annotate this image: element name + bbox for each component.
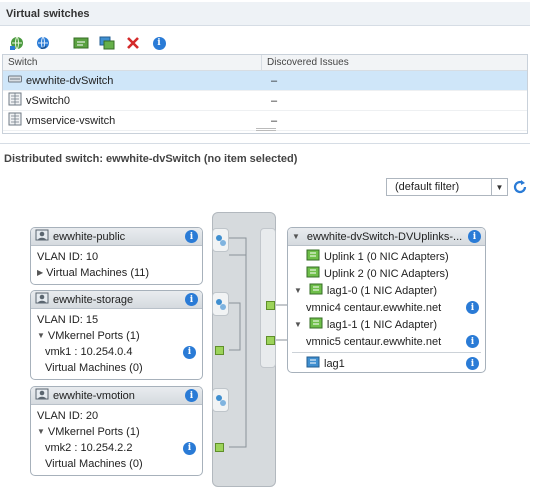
expand-arrow-icon[interactable]: ▶ [37, 265, 43, 281]
vmkernel-ports-label: VMkernel Ports (1) [47, 330, 140, 342]
vmkernel-ports-label: VMkernel Ports (1) [47, 426, 140, 438]
lag-label: lag1 [324, 357, 345, 370]
info-icon[interactable]: i [183, 345, 196, 359]
lag1-0-port[interactable] [266, 301, 275, 310]
uplink-label: Uplink 2 (0 NIC Adapters) [324, 267, 449, 280]
uplink-label: Uplink 1 (0 NIC Adapters) [324, 250, 449, 263]
uplink-item[interactable]: Uplink 2 (0 NIC Adapters) [288, 265, 485, 282]
uplink-icon [309, 317, 323, 332]
info-icon[interactable]: i [466, 357, 479, 370]
portgroup-card[interactable]: ewwhite-storage i VLAN ID: 15 ▼ VMkernel… [30, 290, 203, 380]
lag-item[interactable]: lag1 i [288, 355, 485, 372]
portgroup-name: ewwhite-public [53, 230, 126, 243]
vmk-item[interactable]: vmk2 : 10.254.2.2 [45, 440, 132, 456]
lag-member-item[interactable]: ▼ lag1-1 (1 NIC Adapter) [288, 316, 485, 333]
vlan-id: VLAN ID: 10 [37, 251, 99, 263]
portgroup-gear-icon[interactable] [212, 228, 229, 252]
nic-label[interactable]: vmnic5 centaur.ewwhite.net [306, 336, 441, 348]
expand-arrow-icon[interactable]: ▼ [294, 320, 302, 329]
info-icon[interactable]: i [183, 441, 196, 455]
virtual-machines-label: Virtual Machines (11) [46, 267, 150, 279]
uplink-icon [309, 283, 323, 298]
portgroup-card[interactable]: ewwhite-vmotion i VLAN ID: 20 ▼ VMkernel… [30, 386, 203, 476]
portgroup-gear-icon[interactable] [212, 388, 229, 412]
vmk2-port[interactable] [215, 443, 224, 452]
virtual-machines-label: Virtual Machines (0) [45, 458, 143, 470]
lag1-1-port[interactable] [266, 336, 275, 345]
portgroup-icon [35, 229, 49, 244]
uplink-label: lag1-1 (1 NIC Adapter) [326, 318, 437, 331]
portgroup-gear-icon[interactable] [212, 292, 229, 316]
lag-member-item[interactable]: ▼ lag1-0 (1 NIC Adapter) [288, 282, 485, 299]
info-icon[interactable]: i [185, 293, 198, 306]
vlan-id: VLAN ID: 15 [37, 314, 99, 326]
vmkernel-ports-node[interactable]: ▼ VMkernel Ports (1) [37, 424, 196, 440]
info-icon[interactable]: i [466, 335, 479, 348]
portgroup-name: ewwhite-vmotion [53, 389, 135, 402]
expand-arrow-icon[interactable]: ▼ [294, 286, 302, 295]
uplink-icon [306, 266, 320, 281]
info-icon[interactable]: i [466, 301, 479, 314]
uplink-portgroup-card[interactable]: ▼ ewwhite-dvSwitch-DVUplinks-... i Uplin… [287, 227, 486, 373]
nic-label[interactable]: vmnic4 centaur.ewwhite.net [306, 302, 441, 314]
collapse-arrow-icon[interactable]: ▼ [292, 232, 300, 241]
virtual-machines-node[interactable]: ▶ Virtual Machines (11) [37, 265, 196, 281]
vmk-item[interactable]: vmk1 : 10.254.0.4 [45, 344, 132, 360]
portgroup-name: ewwhite-storage [53, 293, 134, 306]
expand-arrow-icon[interactable]: ▼ [37, 328, 45, 344]
uplink-item[interactable]: Uplink 1 (0 NIC Adapters) [288, 248, 485, 265]
portgroup-icon [35, 388, 49, 403]
info-icon[interactable]: i [468, 230, 481, 243]
separator [292, 352, 481, 353]
uplink-portgroup-name: ewwhite-dvSwitch-DVUplinks-... [306, 230, 463, 243]
vlan-id: VLAN ID: 20 [37, 410, 99, 422]
info-icon[interactable]: i [185, 389, 198, 402]
lag-icon [306, 356, 320, 371]
virtual-machines-label: Virtual Machines (0) [45, 362, 143, 374]
vmk1-port[interactable] [215, 346, 224, 355]
portgroup-card[interactable]: ewwhite-public i VLAN ID: 10 ▶ Virtual M… [30, 227, 203, 285]
uplink-icon [306, 249, 320, 264]
expand-arrow-icon[interactable]: ▼ [37, 424, 45, 440]
portgroup-icon [35, 292, 49, 307]
vmkernel-ports-node[interactable]: ▼ VMkernel Ports (1) [37, 328, 196, 344]
uplink-label: lag1-0 (1 NIC Adapter) [326, 284, 437, 297]
info-icon[interactable]: i [185, 230, 198, 243]
